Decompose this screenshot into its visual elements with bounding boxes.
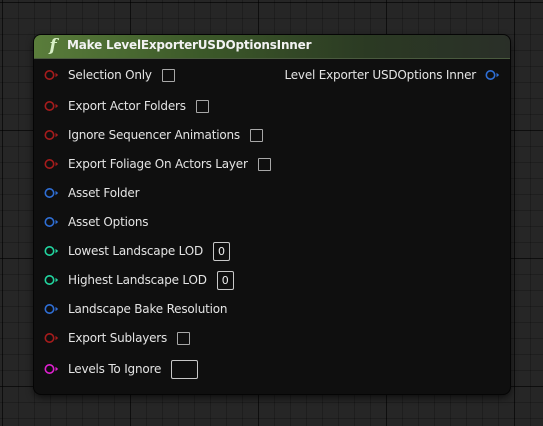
output-pin-row[interactable]: Level Exporter USDOptions Inner [284,67,500,83]
export-sublayers-checkbox[interactable] [177,331,191,345]
input-pin-row-export-actor-folders[interactable]: Export Actor Folders [44,98,209,114]
pin-label: Lowest Landscape LOD [68,244,204,258]
bool-pin-icon[interactable] [44,69,59,81]
int-pin-icon[interactable] [44,245,59,257]
function-icon: f [49,36,57,56]
lowest-landscape-lod-input[interactable]: 0 [213,241,231,261]
input-pin-row-export-foliage[interactable]: Export Foliage On Actors Layer [44,156,271,172]
struct-pin-icon[interactable] [44,187,59,199]
input-pin-row-asset-options[interactable]: Asset Options [44,214,149,230]
levels-to-ignore-input[interactable] [171,359,199,379]
pin-label: Ignore Sequencer Animations [68,128,240,142]
struct-pin-icon[interactable] [44,216,59,228]
node-header[interactable]: f Make LevelExporterUSDOptionsInner [34,35,510,59]
input-pin-row-lowest-landscape-lod[interactable]: Lowest Landscape LOD 0 [44,241,231,261]
output-pin-label: Level Exporter USDOptions Inner [284,68,476,82]
input-pin-row-landscape-bake-resolution[interactable]: Landscape Bake Resolution [44,301,227,317]
bool-pin-icon[interactable] [44,100,59,112]
input-pin-row-asset-folder[interactable]: Asset Folder [44,185,140,201]
pin-label: Landscape Bake Resolution [68,302,228,316]
pin-label: Asset Folder [68,186,140,200]
pin-label: Asset Options [68,215,149,229]
pin-label: Levels To Ignore [68,362,162,376]
pin-label: Export Sublayers [68,331,168,345]
make-struct-node[interactable]: f Make LevelExporterUSDOptionsInner Leve… [34,35,510,394]
input-pin-row-ignore-sequencer-animations[interactable]: Ignore Sequencer Animations [44,127,263,143]
bool-pin-icon[interactable] [44,129,59,141]
input-pin-row-highest-landscape-lod[interactable]: Highest Landscape LOD 0 [44,270,234,290]
highest-landscape-lod-input[interactable]: 0 [216,270,234,290]
struct-pin-icon[interactable] [485,69,500,81]
pin-label: Export Actor Folders [68,99,186,113]
export-foliage-checkbox[interactable] [257,157,271,171]
bool-pin-icon[interactable] [44,332,59,344]
ignore-sequencer-animations-checkbox[interactable] [249,128,263,142]
pin-label: Selection Only [68,68,152,82]
struct-pin-icon[interactable] [44,303,59,315]
selection-only-checkbox[interactable] [161,68,175,82]
input-pin-row-levels-to-ignore[interactable]: Levels To Ignore [44,359,199,379]
input-pin-row-export-sublayers[interactable]: Export Sublayers [44,330,191,346]
pin-label: Export Foliage On Actors Layer [68,157,248,171]
set-pin-icon[interactable] [44,363,59,375]
input-pin-row-selection-only[interactable]: Selection Only [44,67,175,83]
bool-pin-icon[interactable] [44,158,59,170]
export-actor-folders-checkbox[interactable] [195,99,209,113]
node-title: Make LevelExporterUSDOptionsInner [67,38,312,52]
pin-label: Highest Landscape LOD [68,273,207,287]
int-pin-icon[interactable] [44,274,59,286]
